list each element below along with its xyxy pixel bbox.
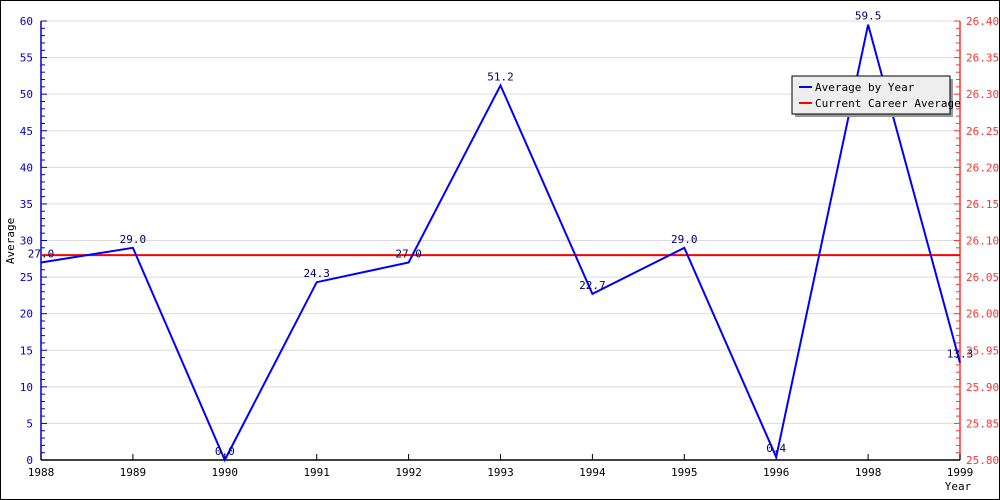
x-tick-label: 1996 [763,466,790,479]
x-tick-label: 1993 [487,466,514,479]
y-tick-label: 20 [20,308,33,321]
y-tick-label: 30 [20,235,33,248]
y-tick-label: 60 [20,15,33,28]
x-tick-label: 1994 [579,466,606,479]
chart-frame: 0 5 10 15 20 25 30 35 40 45 50 55 60 Average 25.80 25.8… [0,0,1000,500]
y-tick-label: 45 [20,125,33,138]
y2-tick-label: 25.90 [966,381,999,394]
x-tick-label: 1995 [671,466,698,479]
data-label: 27.0 [28,247,55,260]
data-label: 13.3 [947,348,974,361]
y2-tick-label: 26.30 [966,88,999,101]
line-chart: 051015202530354045505560Average25.8025.8… [4,10,999,493]
data-label: 22.7 [579,279,606,292]
data-label: 29.0 [120,233,147,246]
data-label: 59.5 [855,10,882,23]
x-axis-title: Year [945,480,972,493]
y-tick-label: 40 [20,161,33,174]
x-tick-label: 1999 [947,466,974,479]
y-tick-label: 50 [20,88,33,101]
y-tick-label: 10 [20,381,33,394]
y-tick-label: 15 [20,344,33,357]
x-tick-label: 1992 [395,466,422,479]
x-tick-label: 1998 [855,466,882,479]
data-label: 27.0 [395,247,422,260]
x-tick-label: 1988 [28,466,55,479]
y2-tick-label: 26.15 [966,198,999,211]
legend-label-average-by-year: Average by Year [815,81,915,94]
legend-label-career-average: Current Career Average [815,97,961,110]
y2-tick-label: 25.85 [966,417,999,430]
x-tick-label: 1991 [303,466,330,479]
y-tick-label: 5 [26,417,33,430]
y2-tick-label: 26.40 [966,15,999,28]
y-tick-label: 55 [20,52,33,65]
y-tick-label: 35 [20,198,33,211]
y2-tick-label: 26.35 [966,52,999,65]
y2-tick-label: 26.05 [966,271,999,284]
data-label: 0.0 [215,445,235,458]
y-axis-title: Average [4,218,17,264]
data-label: 51.2 [487,70,514,83]
x-tick-label: 1990 [212,466,239,479]
x-tick-label: 1989 [120,466,147,479]
y-tick-label: 25 [20,271,33,284]
data-label: 29.0 [671,233,698,246]
y2-tick-label: 26.25 [966,125,999,138]
y2-tick-label: 26.10 [966,235,999,248]
data-label: 24.3 [303,267,330,280]
y2-tick-label: 26.00 [966,308,999,321]
data-label: 0.4 [766,442,786,455]
y2-tick-label: 26.20 [966,161,999,174]
